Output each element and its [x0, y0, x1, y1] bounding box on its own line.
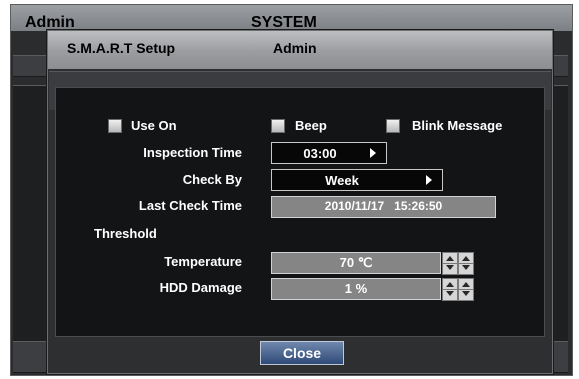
blink-message-label: Blink Message — [412, 118, 503, 133]
check-by-label: Check By — [182, 172, 242, 187]
beep-checkbox[interactable] — [271, 119, 285, 133]
dialog-user-label: Admin — [273, 40, 317, 56]
system-title-bar: Admin SYSTEM — [11, 5, 572, 31]
dialog-title: S.M.A.R.T Setup — [67, 40, 176, 56]
last-check-time-field: 2010/11/17 15:26:50 — [271, 196, 496, 218]
temperature-value: 70 ℃ — [339, 255, 373, 270]
use-on-label: Use On — [131, 118, 177, 133]
inspection-time-select[interactable]: 03:00 — [271, 142, 387, 164]
temperature-field[interactable]: 70 ℃ — [271, 252, 441, 274]
temperature-up-stepper[interactable] — [458, 252, 474, 275]
arrow-right-icon — [426, 175, 432, 185]
triangle-up-icon — [462, 256, 470, 261]
check-by-value: Week — [325, 173, 359, 188]
triangle-up-icon — [462, 282, 470, 287]
temperature-down-stepper[interactable] — [442, 252, 458, 275]
inspection-time-label: Inspection Time — [143, 145, 242, 160]
temperature-label: Temperature — [164, 254, 242, 269]
settings-panel: Use On Beep Blink Message Inspection Tim… — [55, 87, 545, 337]
triangle-down-icon — [462, 291, 470, 296]
blink-message-checkbox[interactable] — [386, 119, 400, 133]
threshold-label: Threshold — [94, 226, 157, 241]
use-on-checkbox[interactable] — [108, 119, 122, 133]
triangle-down-icon — [446, 265, 454, 270]
check-by-select[interactable]: Week — [271, 169, 443, 191]
triangle-up-icon — [446, 282, 454, 287]
close-button[interactable]: Close — [260, 341, 344, 365]
triangle-down-icon — [446, 291, 454, 296]
smart-setup-dialog: S.M.A.R.T Setup Admin Use On Beep Blink … — [47, 30, 553, 374]
arrow-right-icon — [370, 148, 376, 158]
beep-label: Beep — [295, 118, 327, 133]
triangle-down-icon — [462, 265, 470, 270]
hdd-damage-up-stepper[interactable] — [458, 278, 474, 301]
hdd-damage-label: HDD Damage — [159, 280, 242, 295]
last-check-time-label: Last Check Time — [138, 198, 242, 213]
dialog-title-bar: S.M.A.R.T Setup Admin — [48, 31, 552, 69]
triangle-up-icon — [446, 256, 454, 261]
inspection-time-value: 03:00 — [303, 146, 337, 161]
hdd-damage-field[interactable]: 1 % — [271, 278, 441, 300]
hdd-damage-value: 1 % — [344, 281, 368, 296]
hdd-damage-down-stepper[interactable] — [442, 278, 458, 301]
last-check-time-value: 2010/11/17 15:26:50 — [324, 199, 443, 213]
